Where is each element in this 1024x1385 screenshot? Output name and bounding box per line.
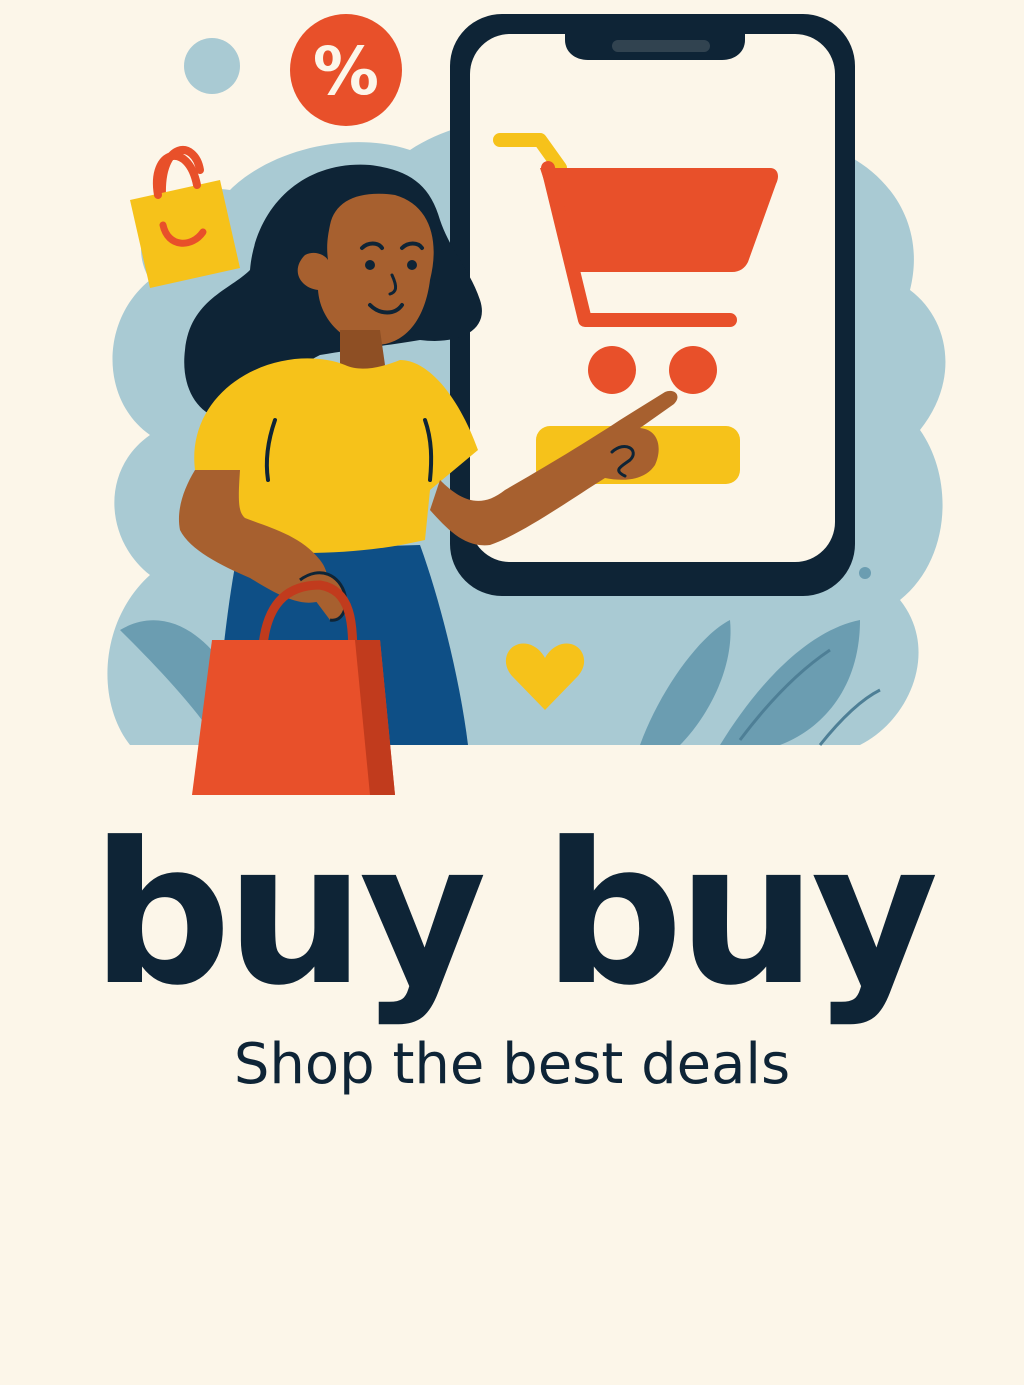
- decor-dot-icon: [859, 567, 871, 579]
- percent-badge-icon: %: [290, 14, 402, 126]
- decor-circle-icon: [184, 38, 240, 94]
- app-tagline: Shop the best deals: [233, 1032, 791, 1097]
- hero-illustration-svg: %: [0, 0, 1024, 810]
- percent-badge-symbol: %: [313, 33, 379, 110]
- app-title: buy buy: [91, 801, 938, 1029]
- hero-illustration: %: [0, 0, 1024, 810]
- splash-screen: % buy buy Shop the best deals: [0, 0, 1024, 1385]
